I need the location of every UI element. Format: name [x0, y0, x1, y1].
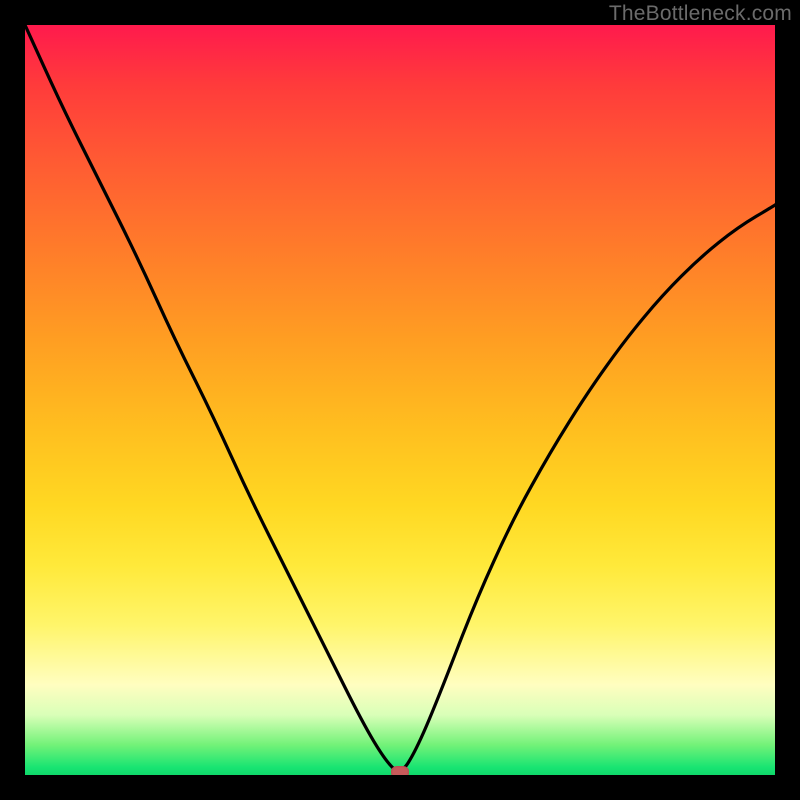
watermark-text: TheBottleneck.com [609, 2, 792, 26]
curve-svg [25, 25, 775, 775]
bottleneck-curve-path [25, 25, 775, 771]
chart-frame: TheBottleneck.com [0, 0, 800, 800]
plot-area [25, 25, 775, 775]
optimum-marker [391, 766, 409, 775]
